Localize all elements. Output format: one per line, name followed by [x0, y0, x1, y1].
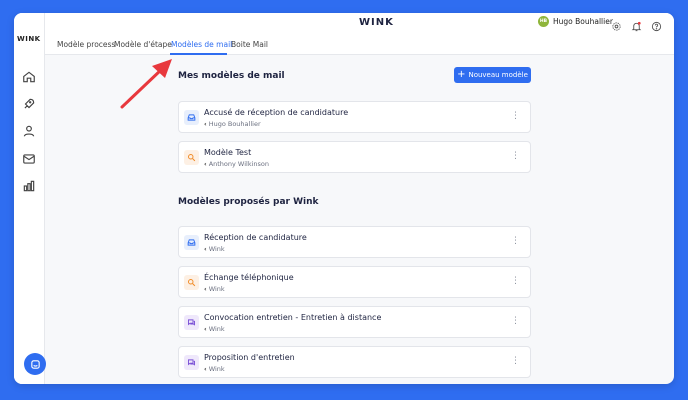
tab-modele-process[interactable]: Modèle process	[57, 40, 115, 49]
suggested-templates-title: Modèles proposés par Wink	[178, 197, 319, 207]
chart-icon[interactable]	[22, 178, 36, 192]
template-title: Échange téléphonique	[204, 273, 294, 282]
sidebar-logo: WINK	[17, 35, 41, 43]
bell-icon[interactable]	[631, 17, 642, 32]
template-card[interactable]: Échange téléphonique ‹ Wink ⋮	[178, 266, 531, 298]
user-menu[interactable]: HB Hugo Bouhallier	[538, 16, 613, 27]
new-template-label: Nouveau modèle	[468, 71, 528, 79]
template-card[interactable]: Convocation entretien - Entretien à dist…	[178, 306, 531, 338]
template-title: Réception de candidature	[204, 233, 307, 242]
sidebar: WINK	[14, 13, 45, 384]
active-tab-indicator	[170, 53, 227, 55]
chat-icon	[184, 355, 199, 370]
home-icon[interactable]	[22, 69, 36, 83]
gear-icon[interactable]	[611, 17, 622, 31]
more-options-icon[interactable]: ⋮	[511, 317, 520, 326]
template-card[interactable]: Modèle Test ‹ Anthony Wilkinson ⋮	[178, 141, 531, 173]
template-title: Accusé de réception de candidature	[204, 108, 349, 117]
chat-icon	[184, 315, 199, 330]
mail-icon[interactable]	[22, 151, 36, 165]
my-templates-title: Mes modèles de mail	[178, 71, 285, 81]
support-chat-button[interactable]	[24, 353, 46, 375]
template-author: ‹ Wink	[204, 245, 225, 253]
top-bar: WINK HB Hugo Bouhallier	[45, 13, 674, 33]
plus-icon: +	[457, 69, 466, 80]
tab-boite-mail[interactable]: Boite Mail	[231, 40, 268, 49]
inbox-icon	[184, 235, 199, 250]
more-options-icon[interactable]: ⋮	[511, 277, 520, 286]
tab-bar: Modèle process Modèle d'étape Modèles de…	[45, 33, 674, 55]
more-options-icon[interactable]: ⋮	[511, 112, 520, 121]
app-window: WINK WINK HB Hugo Bouhallier Modèle proc…	[14, 13, 674, 384]
annotation-arrow	[120, 59, 172, 109]
new-template-button[interactable]: + Nouveau modèle	[454, 67, 531, 83]
template-title: Convocation entretien - Entretien à dist…	[204, 313, 382, 322]
search-icon	[184, 275, 199, 290]
brand-logo: WINK	[359, 17, 394, 28]
avatar: HB	[538, 16, 549, 27]
message-icon	[30, 359, 40, 369]
template-title: Modèle Test	[204, 148, 252, 157]
template-card[interactable]: Accusé de réception de candidature ‹ Hugo…	[178, 101, 531, 133]
template-card[interactable]: Proposition d'entretien ‹ Wink ⋮	[178, 346, 531, 378]
more-options-icon[interactable]: ⋮	[511, 152, 520, 161]
more-options-icon[interactable]: ⋮	[511, 237, 520, 246]
template-author: ‹ Wink	[204, 285, 225, 293]
search-icon	[184, 150, 199, 165]
template-author: ‹ Hugo Bouhallier	[204, 120, 261, 128]
help-icon[interactable]	[651, 17, 662, 32]
user-name: Hugo Bouhallier	[553, 17, 613, 26]
template-title: Proposition d'entretien	[204, 353, 295, 362]
template-author: ‹ Anthony Wilkinson	[204, 160, 269, 168]
more-options-icon[interactable]: ⋮	[511, 357, 520, 366]
inbox-icon	[184, 110, 199, 125]
template-author: ‹ Wink	[204, 365, 225, 373]
tab-modele-etape[interactable]: Modèle d'étape	[114, 40, 172, 49]
template-card[interactable]: Réception de candidature ‹ Wink ⋮	[178, 226, 531, 258]
rocket-icon[interactable]	[22, 96, 36, 110]
user-icon[interactable]	[22, 123, 36, 137]
tab-modeles-mail[interactable]: Modèles de mail	[171, 40, 232, 49]
template-author: ‹ Wink	[204, 325, 225, 333]
